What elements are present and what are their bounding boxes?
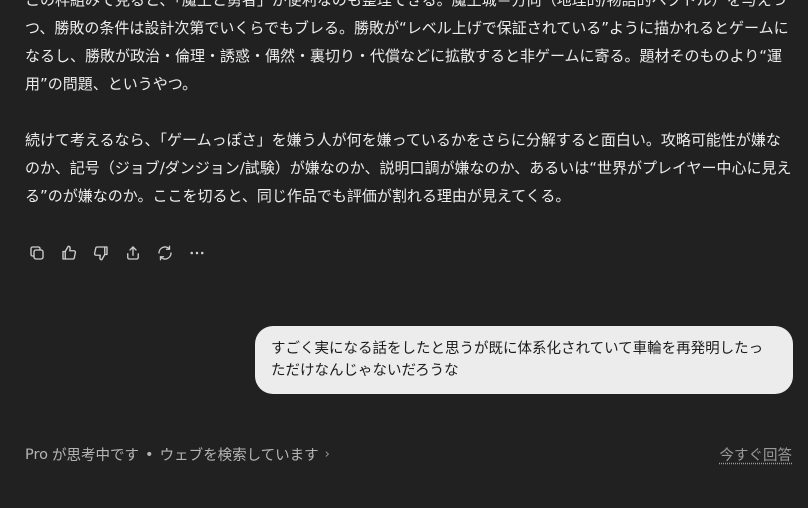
more-actions-button[interactable] [184, 242, 210, 264]
chat-view: この枠組みで見ると、「魔王と勇者」が便利なのも整理できる。魔王城＝方向（地理的/… [0, 0, 808, 508]
regenerate-icon [158, 245, 172, 261]
assistant-message: この枠組みで見ると、「魔王と勇者」が便利なのも整理できる。魔王城＝方向（地理的/… [25, 0, 795, 238]
user-message-bubble: すごく実になる話をしたと思うが既に体系化されていて車輪を再発明したっただけなんじ… [255, 326, 793, 394]
thinking-status[interactable]: Pro が思考中です • ウェブを検索しています › [25, 444, 330, 465]
assistant-paragraph: この枠組みで見ると、「魔王と勇者」が便利なのも整理できる。魔王城＝方向（地理的/… [25, 0, 789, 93]
more-icon [190, 251, 204, 255]
regenerate-button[interactable] [152, 242, 178, 264]
user-message-text: すごく実になる話をしたと思うが既に体系化されていて車輪を再発明したっただけなんじ… [271, 341, 764, 379]
answer-now-button[interactable]: 今すぐ回答 [720, 444, 793, 465]
chevron-right-icon: › [324, 447, 330, 462]
status-separator: • [145, 446, 154, 463]
share-button[interactable] [120, 242, 146, 264]
message-actions [24, 242, 210, 264]
bad-response-button[interactable] [88, 242, 114, 264]
searching-label: ウェブを検索しています [159, 448, 319, 464]
thumbs-down-icon [93, 246, 108, 261]
thinking-label: が思考中です [52, 448, 140, 464]
copy-button[interactable] [24, 242, 50, 264]
copy-icon [30, 246, 44, 260]
thumbs-up-icon [62, 245, 77, 260]
pro-label: Pro [25, 446, 49, 463]
share-icon [127, 246, 139, 260]
good-response-button[interactable] [56, 242, 82, 264]
assistant-paragraph: 続けて考えるなら、「ゲームっぽさ」を嫌う人が何を嫌っているかをさらに分解すると面… [25, 131, 792, 205]
